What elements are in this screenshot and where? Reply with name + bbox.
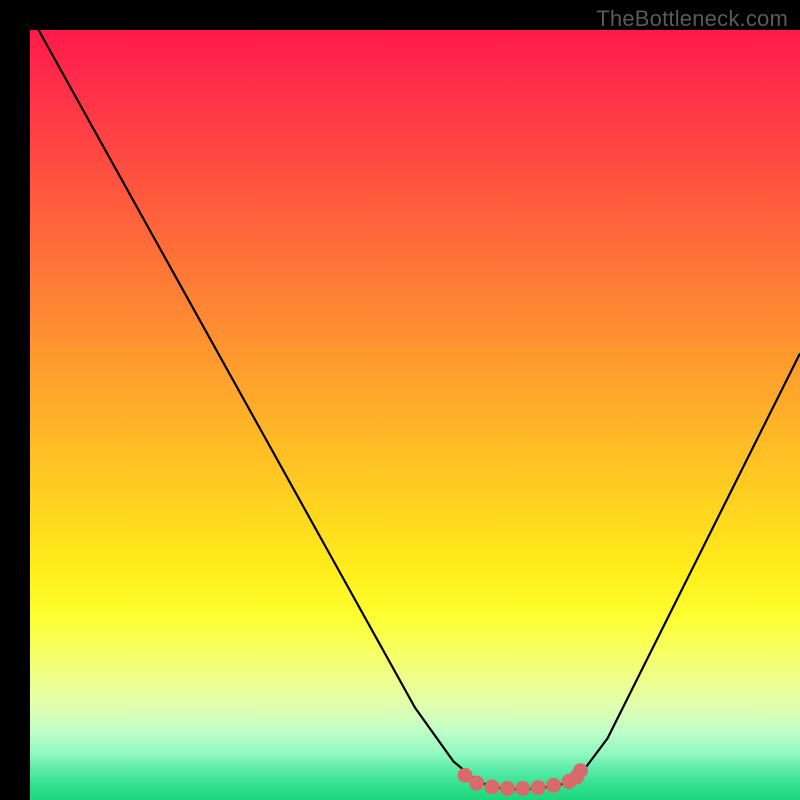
highlight-dot (469, 776, 484, 791)
watermark-text: TheBottleneck.com (596, 6, 788, 32)
chart-svg (30, 30, 800, 800)
bottleneck-curve (30, 30, 800, 789)
highlight-dot (515, 781, 530, 796)
highlight-dots (458, 763, 589, 796)
highlight-dot (531, 780, 546, 795)
highlight-dot (500, 781, 515, 796)
highlight-dot (546, 778, 561, 793)
highlight-dot (485, 779, 500, 794)
chart-container (30, 30, 800, 800)
highlight-dot (573, 763, 588, 778)
